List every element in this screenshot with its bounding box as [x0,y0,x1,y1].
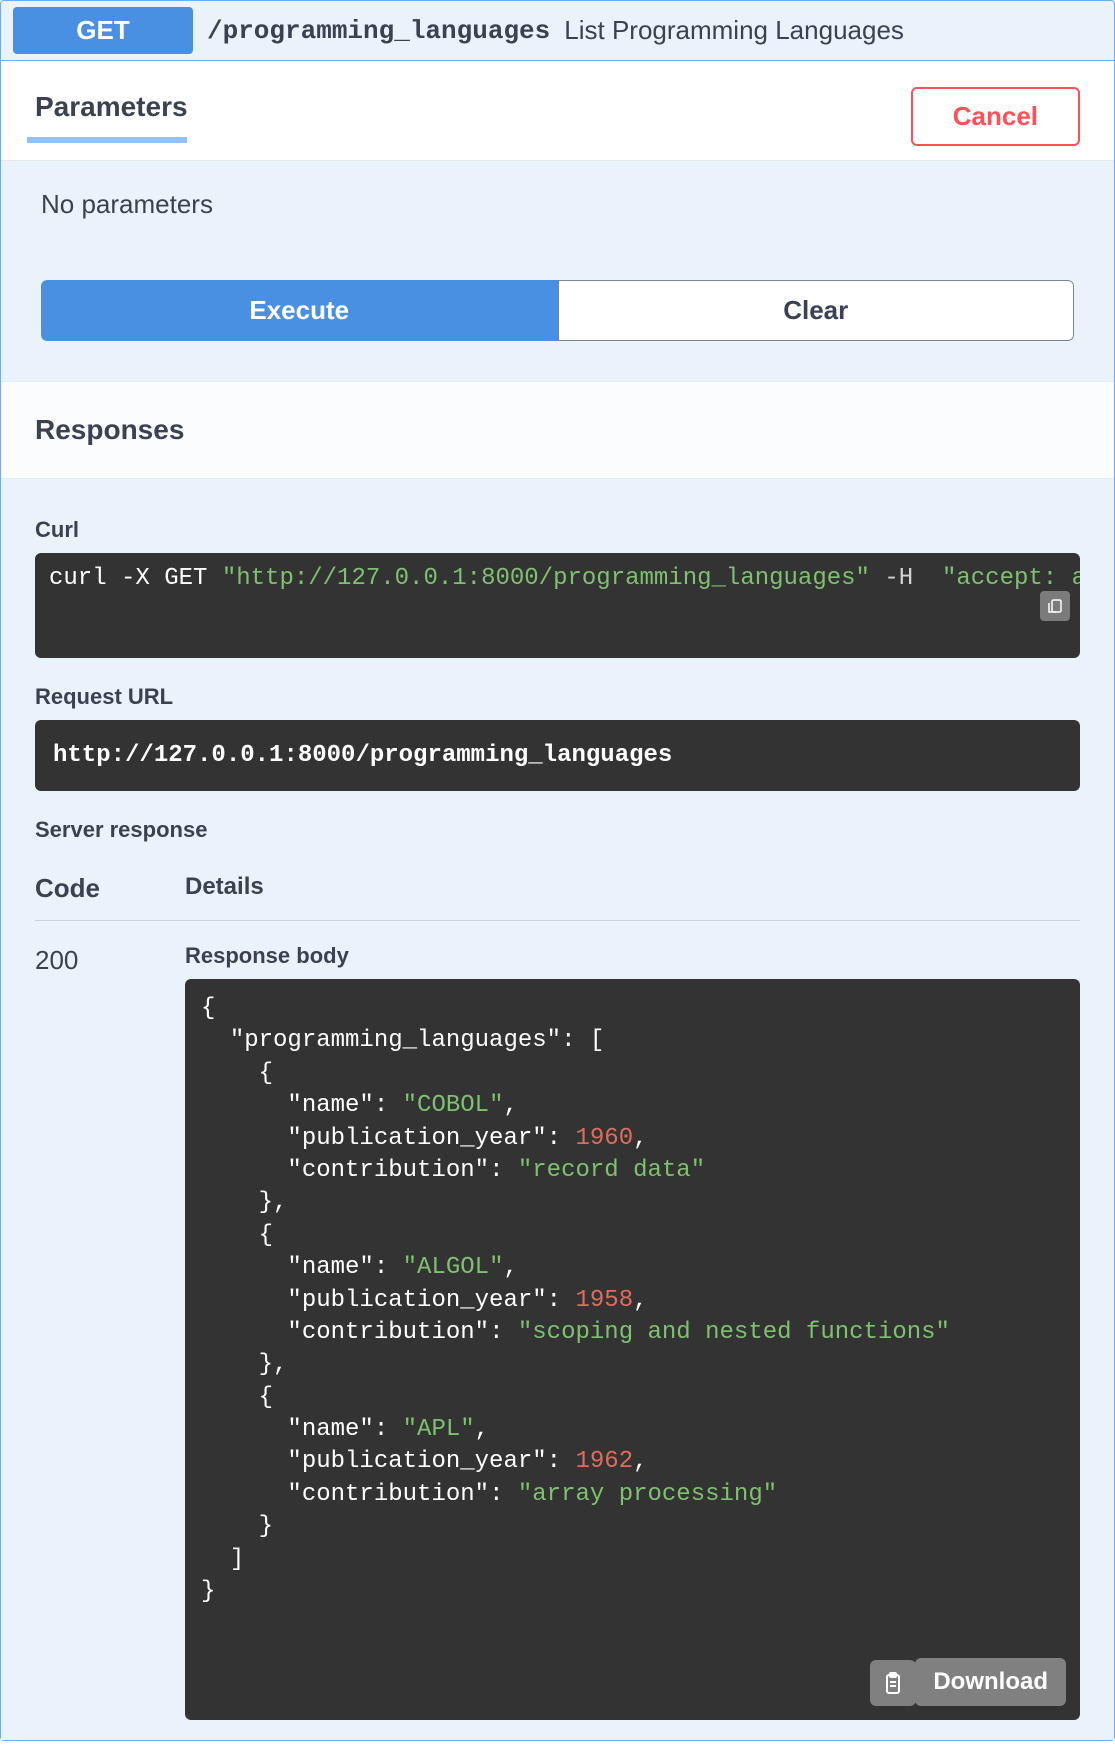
status-code: 200 [35,943,185,976]
request-url-heading: Request URL [35,684,1080,710]
responses-body: Curl curl -X GET "http://127.0.0.1:8000/… [1,479,1114,1740]
response-table-header: Code Details [35,873,1080,921]
clear-button[interactable]: Clear [558,280,1075,341]
clipboard-icon[interactable] [870,1660,916,1706]
cancel-button[interactable]: Cancel [911,87,1080,146]
response-details: Response body { "programming_languages":… [185,943,1080,1720]
curl-heading: Curl [35,517,1080,543]
details-column-heading: Details [185,873,264,904]
response-row: 200 Response body { "programming_languag… [35,943,1080,1720]
server-response-heading: Server response [35,817,1080,843]
parameters-body: No parameters Execute Clear [1,161,1114,381]
curl-flag: -H [870,565,942,592]
request-url-block: http://127.0.0.1:8000/programming_langua… [35,720,1080,791]
response-body-block: { "programming_languages": [ { "name": "… [185,979,1080,1720]
opblock-summary[interactable]: GET /programming_languages List Programm… [1,1,1114,61]
action-button-row: Execute Clear [41,280,1074,341]
curl-prefix: curl -X GET [49,565,222,592]
parameters-header: Parameters Cancel [1,61,1114,161]
curl-command-block: curl -X GET "http://127.0.0.1:8000/progr… [35,553,1080,658]
download-button[interactable]: Download [915,1658,1066,1706]
copy-icon[interactable] [1040,591,1070,621]
curl-url: "http://127.0.0.1:8000/programming_langu… [222,565,870,592]
parameters-title: Parameters [35,91,188,143]
no-parameters-text: No parameters [41,189,1074,220]
response-body-heading: Response body [185,943,1080,969]
endpoint-path: /programming_languages [207,16,550,46]
curl-header: "accept: applicat [942,565,1080,592]
execute-button[interactable]: Execute [41,280,558,341]
opblock-get: GET /programming_languages List Programm… [0,0,1115,1741]
endpoint-summary: List Programming Languages [564,15,904,46]
method-badge: GET [13,7,193,54]
code-column-heading: Code [35,873,185,904]
responses-heading: Responses [1,381,1114,479]
